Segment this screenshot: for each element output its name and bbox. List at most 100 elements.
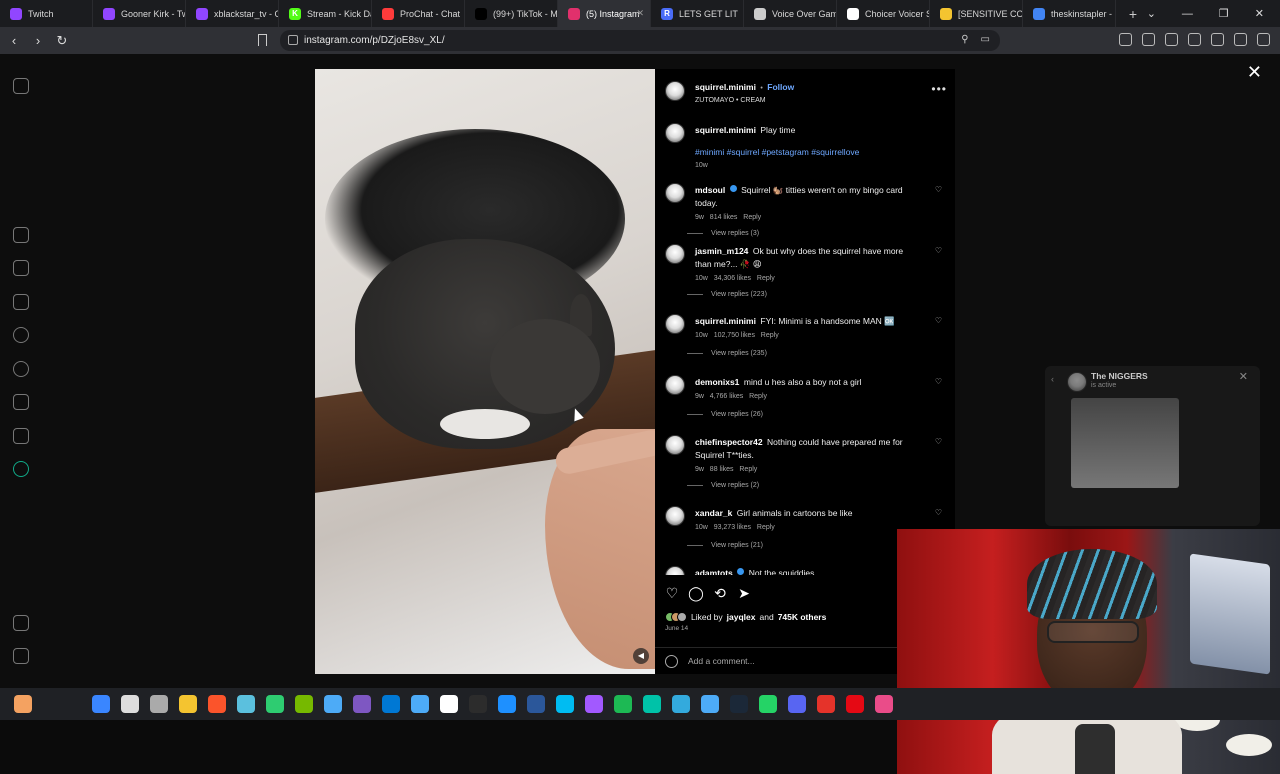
- taskbar-word-icon[interactable]: [469, 695, 487, 713]
- comment-like-heart-icon[interactable]: ♡: [935, 377, 942, 386]
- taskbar-obs-icon[interactable]: [788, 695, 806, 713]
- taskbar-task-view-icon[interactable]: [150, 695, 168, 713]
- taskbar-app-icon[interactable]: [585, 695, 603, 713]
- view-replies-button[interactable]: View replies (3): [687, 230, 759, 237]
- comment-reply-button[interactable]: Reply: [739, 466, 757, 473]
- notifications-heart-icon[interactable]: [13, 361, 29, 377]
- like-heart-icon[interactable]: ♡: [665, 585, 679, 601]
- create-plus-icon[interactable]: [13, 394, 29, 410]
- add-comment-input[interactable]: Add a comment...: [688, 656, 755, 666]
- audio-label[interactable]: ZUTOMAYO • CREAM: [695, 95, 794, 107]
- comment-likes[interactable]: 102,750 likes: [714, 332, 755, 339]
- taskbar-brave-icon[interactable]: [208, 695, 226, 713]
- browser-tab[interactable]: Gooner Kirk - Tw: [93, 0, 186, 27]
- close-window-icon[interactable]: ✕: [1255, 7, 1264, 20]
- author-avatar[interactable]: [665, 81, 685, 101]
- comment-like-heart-icon[interactable]: ♡: [935, 246, 942, 255]
- liked-by-user[interactable]: jayqlex: [727, 612, 756, 622]
- taskbar-start-icon[interactable]: [92, 695, 110, 713]
- commenter-username[interactable]: jasmin_m124: [695, 246, 748, 256]
- browser-tab[interactable]: R LETS GET LIT: [651, 0, 744, 27]
- comment-like-heart-icon[interactable]: ♡: [935, 508, 942, 517]
- taskbar-search-icon[interactable]: [121, 695, 139, 713]
- more-menu-icon[interactable]: [13, 615, 29, 631]
- comment-reply-button[interactable]: Reply: [761, 332, 779, 339]
- cast-icon[interactable]: ▭: [981, 34, 990, 45]
- taskbar-terminal-icon[interactable]: [440, 695, 458, 713]
- comment-reply-button[interactable]: Reply: [757, 524, 775, 531]
- view-replies-button[interactable]: View replies (2): [687, 482, 759, 489]
- forward-button[interactable]: ›: [28, 33, 48, 48]
- commenter-avatar[interactable]: [665, 183, 685, 203]
- taskbar-file-explorer-icon[interactable]: [179, 695, 197, 713]
- taskbar-notion-icon[interactable]: [411, 695, 429, 713]
- taskbar-steam-icon[interactable]: [672, 695, 690, 713]
- site-info-icon[interactable]: [288, 35, 298, 45]
- taskbar-nvidia-icon[interactable]: [266, 695, 284, 713]
- commenter-username[interactable]: mdsoul: [695, 185, 725, 195]
- browser-tab[interactable]: ProChat - Chat: [372, 0, 465, 27]
- browser-tab[interactable]: [SENSITIVE CON: [930, 0, 1023, 27]
- post-video[interactable]: ◀: [315, 69, 655, 674]
- view-replies-button[interactable]: View replies (223): [687, 291, 767, 298]
- vpn-icon[interactable]: [1234, 33, 1247, 46]
- commenter-avatar[interactable]: [665, 435, 685, 455]
- mini-close-icon[interactable]: ✕: [1239, 370, 1248, 383]
- sidebar-icon[interactable]: [1165, 33, 1178, 46]
- browser-tab[interactable]: xblackstar_tv - C: [186, 0, 279, 27]
- search-icon[interactable]: [13, 327, 29, 343]
- taskbar-app-icon[interactable]: [730, 695, 748, 713]
- comment-likes[interactable]: 93,273 likes: [714, 524, 751, 531]
- browser-tab[interactable]: K Stream - Kick Da: [279, 0, 372, 27]
- browser-tab[interactable]: (99+) TikTok - Ma: [465, 0, 558, 27]
- commenter-username[interactable]: demonixs1: [695, 377, 739, 387]
- back-button[interactable]: ‹: [4, 33, 24, 48]
- commenter-username[interactable]: chiefinspector42: [695, 437, 763, 447]
- comment-reply-button[interactable]: Reply: [749, 393, 767, 400]
- taskbar-photos-icon[interactable]: [295, 695, 313, 713]
- minimize-icon[interactable]: —: [1182, 8, 1193, 20]
- commenter-avatar[interactable]: [665, 566, 685, 575]
- wallet-icon[interactable]: [1188, 33, 1201, 46]
- leo-icon[interactable]: [1211, 33, 1224, 46]
- view-replies-button[interactable]: View replies (21): [687, 542, 763, 549]
- home-icon[interactable]: [13, 227, 29, 243]
- more-options-icon[interactable]: •••: [931, 82, 947, 96]
- taskbar-outlook-icon[interactable]: [353, 695, 371, 713]
- repost-icon[interactable]: ⟲: [713, 585, 727, 601]
- comment-likes[interactable]: 4,766 likes: [710, 393, 743, 400]
- emoji-icon[interactable]: [665, 654, 678, 668]
- taskbar-app-icon[interactable]: [875, 695, 893, 713]
- comment-icon[interactable]: ◯: [688, 585, 704, 601]
- commenter-avatar[interactable]: [665, 314, 685, 334]
- taskbar-pinned-app-icon[interactable]: [14, 695, 32, 713]
- comment-like-heart-icon[interactable]: ♡: [935, 185, 942, 194]
- view-replies-button[interactable]: View replies (26): [687, 411, 763, 418]
- share-icon[interactable]: ➤: [737, 585, 751, 601]
- caption-hashtags[interactable]: #minimi #squirrel #petstagram #squirrell…: [695, 147, 915, 158]
- close-post-icon[interactable]: ✕: [1247, 62, 1262, 83]
- commenter-avatar[interactable]: [665, 244, 685, 264]
- author-username[interactable]: squirrel.minimi: [695, 82, 756, 92]
- restore-icon[interactable]: ❐: [1219, 7, 1229, 20]
- browser-tab[interactable]: Twitch: [0, 0, 93, 27]
- reels-icon[interactable]: [13, 260, 29, 276]
- follow-button[interactable]: Follow: [767, 82, 794, 92]
- commenter-avatar[interactable]: [665, 375, 685, 395]
- taskbar-davinci-icon[interactable]: [324, 695, 342, 713]
- taskbar-store-icon[interactable]: [382, 695, 400, 713]
- tab-search-dropdown-icon[interactable]: ⌄: [1147, 7, 1156, 20]
- profile-icon[interactable]: [13, 461, 29, 477]
- messages-icon[interactable]: [13, 294, 29, 310]
- dashboard-icon[interactable]: [13, 428, 29, 444]
- instagram-logo-icon[interactable]: [13, 78, 29, 94]
- also-from-meta-icon[interactable]: [13, 648, 29, 664]
- browser-tab[interactable]: (5) Instagram ✕: [558, 0, 651, 27]
- browser-tab[interactable]: Choicer Voicer S: [837, 0, 930, 27]
- comment-like-heart-icon[interactable]: ♡: [935, 437, 942, 446]
- taskbar-app-icon[interactable]: [759, 695, 777, 713]
- menu-icon[interactable]: [1257, 33, 1270, 46]
- comment-like-heart-icon[interactable]: ♡: [935, 316, 942, 325]
- taskbar-app-icon[interactable]: [614, 695, 632, 713]
- caption-avatar[interactable]: [665, 123, 685, 143]
